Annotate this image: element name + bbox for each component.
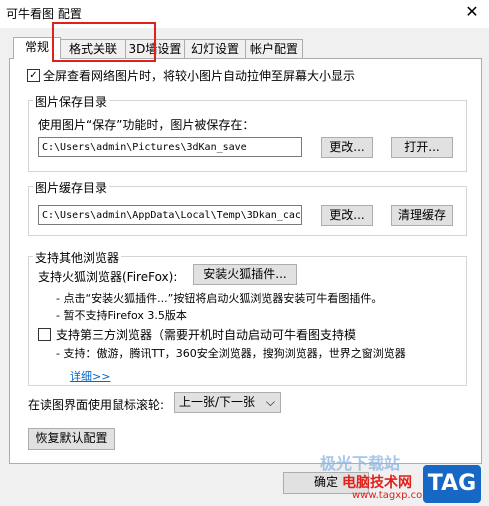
firefox-support-label: 支持火狐浏览器(FireFox): [38,270,178,284]
firefox-note-install: - 点击“安装火狐插件...”按钮将启动火狐浏览器安装可牛看图插件。 [56,292,383,305]
tab-account[interactable]: 帐户配置 [245,39,303,58]
third-party-browser-label: 支持第三方浏览器（需要开机时自动启动可牛看图支持模 [56,328,357,342]
watermark-site-name: 极光下载站 [320,454,401,473]
cache-change-button[interactable]: 更改... [321,205,373,226]
cache-dir-legend: 图片缓存目录 [33,179,110,196]
save-dir-description: 使用图片“保存”功能时，图片被保存在： [38,118,255,132]
window-title: 可牛看图 配置 [6,7,82,21]
install-firefox-plugin-button[interactable]: 安装火狐插件... [193,264,297,285]
clear-cache-button[interactable]: 清理缓存 [391,205,453,226]
fullscreen-stretch-checkbox[interactable]: ✓ [27,69,40,82]
cache-path-field[interactable]: C:\Users\admin\AppData\Local\Temp\3Dkan_… [38,205,302,225]
save-path-field[interactable]: C:\Users\admin\Pictures\3dKan_save [38,137,302,157]
fullscreen-stretch-label: 全屏查看网络图片时，将较小图片自动拉伸至屏幕大小显示 [43,69,356,83]
watermark-tag-logo: TAG [423,465,481,503]
details-link[interactable]: 详细>> [70,368,110,384]
restore-defaults-button[interactable]: 恢复默认配置 [28,428,115,450]
mouse-wheel-select[interactable]: 上一张/下一张 ⌵ [174,392,281,413]
mouse-wheel-label: 在读图界面使用鼠标滚轮: [28,398,165,412]
watermark-url: www.tagxp.com [352,490,432,501]
save-open-button[interactable]: 打开... [391,137,453,158]
highlight-box [52,22,156,62]
chevron-down-icon: ⌵ [265,395,275,409]
close-icon[interactable]: ✕ [462,2,482,22]
save-dir-group [28,100,467,172]
tab-slideshow[interactable]: 幻灯设置 [184,39,246,58]
watermark-sub-name: 电脑技术网 [342,475,412,491]
mouse-wheel-value: 上一张/下一张 [179,395,256,409]
save-dir-legend: 图片保存目录 [33,93,110,110]
browsers-legend: 支持其他浏览器 [33,249,122,266]
firefox-note-version: - 暂不支持Firefox 3.5版本 [56,309,187,322]
save-change-button[interactable]: 更改... [321,137,373,158]
third-party-browser-note: - 支持：傲游，腾讯TT，360安全浏览器，搜狗浏览器，世界之窗浏览器 [56,347,406,360]
third-party-browser-checkbox[interactable] [38,328,51,341]
